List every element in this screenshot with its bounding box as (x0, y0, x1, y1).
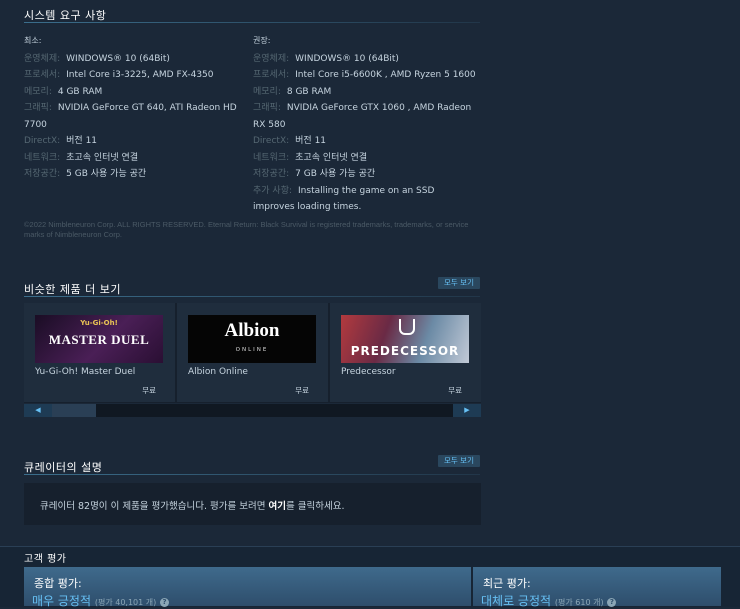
requirement-value: Intel Core i3-3225, AMD FX-4350 (66, 70, 214, 80)
reviews-title: 고객 평가 (24, 554, 67, 565)
recent-review-panel[interactable]: 최근 평가: 대체로 긍정적 (평가 610 개) ? (473, 567, 721, 609)
requirement-row: 저장공간: 7 GB 사용 가능 공간 (253, 166, 478, 183)
legal-notice: ©2022 Nimbleneuron Corp. ALL RIGHTS RESE… (24, 220, 469, 239)
requirement-label: 추가 사항: (253, 185, 293, 196)
requirement-value: WINDOWS® 10 (64Bit) (295, 53, 399, 64)
requirement-row: 메모리: 4 GB RAM (24, 84, 239, 101)
requirement-label: 그래픽: (24, 103, 52, 113)
requirement-row: 프로세서: Intel Core i3-3225, AMD FX-4350 (24, 67, 239, 84)
similar-card-name: Yu-Gi-Oh! Master Duel (35, 367, 136, 377)
similar-card-albion[interactable]: Albion ONLINE Albion Online 무료 (177, 303, 328, 402)
requirement-value: WINDOWS® 10 (64Bit) (66, 53, 170, 64)
requirement-value: 초고속 인터넷 연결 (66, 152, 139, 163)
similar-title: 비슷한 제품 더 보기 (24, 283, 121, 296)
requirement-label: 저장공간: (24, 169, 61, 179)
similar-see-all-button[interactable]: 모두 보기 (438, 277, 480, 289)
requirement-row: 운영체제: WINDOWS® 10 (64Bit) (253, 51, 478, 68)
requirement-row: 그래픽: NVIDIA GeForce GT 640, ATI Radeon HD… (24, 100, 239, 133)
requirement-label: 프로세서: (253, 70, 290, 80)
yugioh-logo-top: Yu-Gi-Oh! (80, 319, 118, 327)
requirement-value: 8 GB RAM (286, 86, 332, 97)
requirement-value: 초고속 인터넷 연결 (295, 152, 368, 163)
similar-divider (24, 296, 480, 297)
overall-review-summary: 매우 긍정적 (평가 40,101 개) ? (32, 592, 170, 609)
requirement-value: 버전 11 (295, 136, 327, 146)
similar-card-name: Albion Online (188, 367, 248, 377)
requirement-label: DirectX: (24, 136, 61, 146)
predecessor-emblem-icon (399, 319, 415, 335)
requirement-label: 네트워크: (253, 152, 290, 163)
scroll-right-icon[interactable]: ▶ (453, 404, 481, 417)
min-requirements: 최소: 운영체제: WINDOWS® 10 (64Bit) 프로세서: Intel C… (24, 33, 239, 183)
similar-card-predecessor[interactable]: PREDECESSOR Predecessor 무료 (330, 303, 481, 402)
overall-review-panel[interactable]: 종합 평가: 매우 긍정적 (평가 40,101 개) ? (24, 567, 471, 609)
similar-carousel: Yu-Gi-Oh! MASTER DUEL Yu-Gi-Oh! Master D… (24, 303, 481, 403)
requirement-label: 메모리: (24, 86, 52, 97)
requirement-label: 메모리: (253, 86, 281, 97)
albion-logo-main: Albion (224, 320, 280, 341)
requirement-row: DirectX: 버전 11 (24, 133, 239, 150)
yugioh-logo-main: MASTER DUEL (48, 332, 150, 347)
requirement-row: 그래픽: NVIDIA GeForce GTX 1060 , AMD Radeon… (253, 100, 478, 133)
curator-divider (24, 474, 480, 475)
requirement-value: NVIDIA GeForce GT 640, ATI Radeon HD 770… (24, 103, 237, 130)
requirement-label: 프로세서: (24, 70, 61, 80)
albion-thumbnail: Albion ONLINE (188, 315, 316, 363)
recent-review-label: 최근 평가: (483, 577, 531, 590)
similar-card-price: 무료 (448, 386, 462, 395)
similar-card-yugioh[interactable]: Yu-Gi-Oh! MASTER DUEL Yu-Gi-Oh! Master D… (24, 303, 175, 402)
requirement-label: 저장공간: (253, 169, 290, 179)
requirement-row: 네트워크: 초고속 인터넷 연결 (253, 150, 478, 167)
predecessor-thumbnail: PREDECESSOR (341, 315, 469, 363)
sysreq-title: 시스템 요구 사항 (24, 9, 107, 22)
requirement-value: 7 GB 사용 가능 공간 (295, 169, 376, 179)
requirement-label: 그래픽: (253, 103, 281, 113)
curator-link[interactable]: 여기 (269, 501, 286, 512)
curator-text-after: 를 클릭하세요. (286, 501, 345, 512)
sysreq-divider (24, 22, 480, 23)
rec-requirements: 권장: 운영체제: WINDOWS® 10 (64Bit) 프로세서: Intel C… (253, 33, 478, 216)
overall-review-label: 종합 평가: (34, 577, 82, 590)
carousel-scrollbar[interactable]: ◀ ▶ (24, 404, 481, 417)
scroll-track[interactable] (52, 404, 453, 417)
requirement-row: 운영체제: WINDOWS® 10 (64Bit) (24, 51, 239, 68)
scroll-left-icon[interactable]: ◀ (24, 404, 52, 417)
requirement-label: 운영체제: (253, 53, 290, 64)
requirement-row: 저장공간: 5 GB 사용 가능 공간 (24, 166, 239, 183)
requirement-value: Intel Core i5-6600K , AMD Ryzen 5 1600 (295, 70, 476, 80)
requirement-row: 메모리: 8 GB RAM (253, 84, 478, 101)
curator-title: 큐레이터의 설명 (24, 461, 103, 474)
similar-card-name: Predecessor (341, 367, 396, 377)
min-heading: 최소: (24, 36, 42, 45)
similar-card-price: 무료 (295, 386, 309, 395)
curator-text: 큐레이터 82명이 이 제품을 평가했습니다. 평가를 보려면 여기를 클릭하세… (40, 498, 345, 512)
albion-logo-sub: ONLINE (235, 347, 269, 353)
predecessor-logo-main: PREDECESSOR (350, 344, 460, 358)
scroll-thumb[interactable] (52, 404, 96, 417)
recent-review-summary: 대체로 긍정적 (평가 610 개) ? (481, 592, 617, 609)
requirement-row: 네트워크: 초고속 인터넷 연결 (24, 150, 239, 167)
requirement-row: 프로세서: Intel Core i5-6600K , AMD Ryzen 5 1… (253, 67, 478, 84)
requirement-label: 네트워크: (24, 152, 61, 163)
requirement-label: DirectX: (253, 136, 290, 146)
curator-text-before: 큐레이터 82명이 이 제품을 평가했습니다. 평가를 보려면 (40, 501, 269, 512)
requirement-label: 운영체제: (24, 53, 61, 64)
requirement-row: 추가 사항: Installing the game on an SSD impr… (253, 183, 478, 216)
yugioh-thumbnail: Yu-Gi-Oh! MASTER DUEL (35, 315, 163, 363)
requirement-value: 5 GB 사용 가능 공간 (66, 169, 147, 179)
requirement-value: 4 GB RAM (57, 86, 103, 97)
similar-card-price: 무료 (142, 386, 156, 395)
rec-heading: 권장: (253, 36, 271, 45)
requirement-row: DirectX: 버전 11 (253, 133, 478, 150)
curator-box: 큐레이터 82명이 이 제품을 평가했습니다. 평가를 보려면 여기를 클릭하세… (24, 483, 481, 525)
requirement-value: NVIDIA GeForce GTX 1060 , AMD Radeon RX … (253, 103, 472, 130)
requirement-value: 버전 11 (66, 136, 98, 146)
curator-see-all-button[interactable]: 모두 보기 (438, 455, 480, 467)
